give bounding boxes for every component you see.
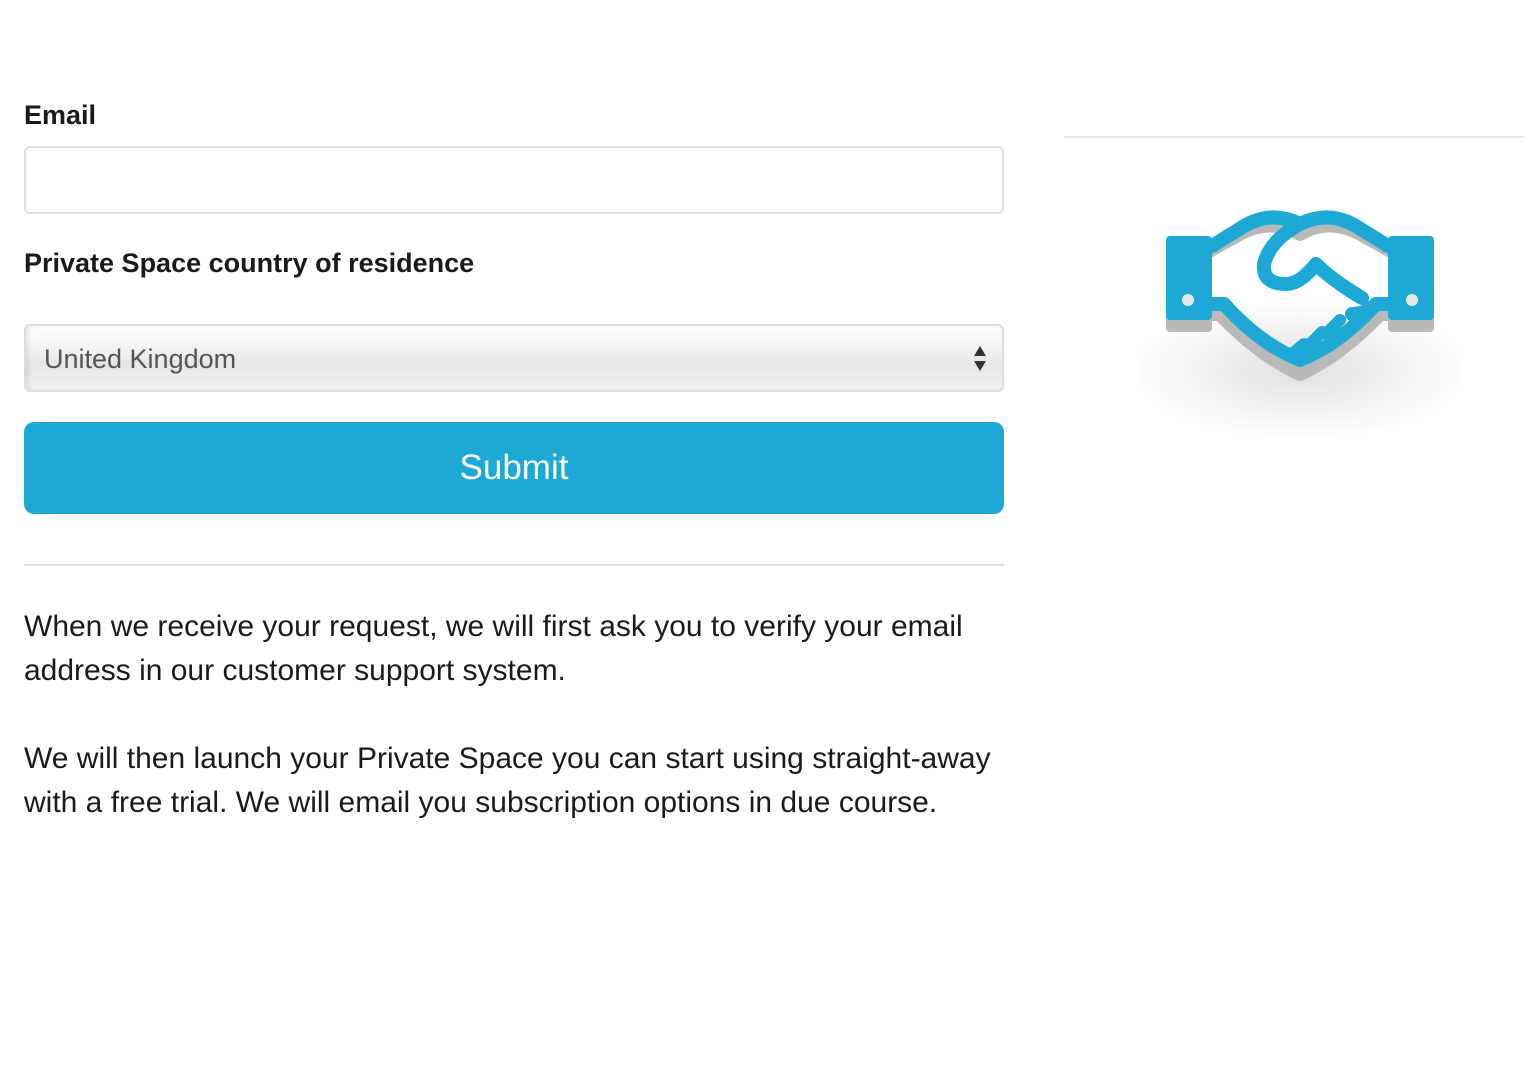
arrow-down-icon — [974, 361, 986, 371]
country-select[interactable]: United Kingdom — [24, 324, 1004, 392]
side-divider — [1064, 136, 1524, 138]
country-selected-value: United Kingdom — [44, 344, 237, 374]
info-paragraph-verify: When we receive your request, we will fi… — [24, 610, 963, 687]
country-label: Private Space country of residence — [24, 248, 475, 278]
email-input[interactable] — [24, 146, 1004, 214]
submit-button[interactable]: Submit — [24, 422, 1004, 514]
arrow-up-icon — [974, 346, 986, 356]
page: Email Private Space country of residence… — [0, 0, 1534, 1084]
email-label: Email — [24, 100, 97, 130]
handshake-icon — [1140, 210, 1460, 440]
select-arrows-icon — [974, 346, 988, 372]
side-panel — [1064, 0, 1524, 1084]
divider — [24, 564, 1004, 566]
info-paragraph-launch: We will then launch your Private Space y… — [24, 742, 991, 819]
